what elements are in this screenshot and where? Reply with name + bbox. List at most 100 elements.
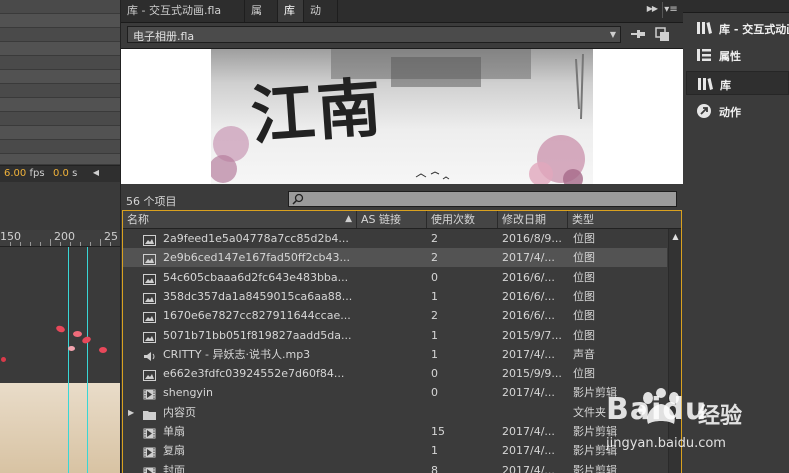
row-name: 内容页 bbox=[163, 405, 196, 419]
petal bbox=[1, 357, 6, 362]
preview-image: 江南 bbox=[211, 49, 593, 184]
row-name: 54c605cbaaa6d2fc643e483bba... bbox=[163, 270, 349, 284]
timeline-panel: 6.00 fps 0.0 s ◀ 150 200 25 bbox=[0, 0, 120, 473]
dock-item-library-interactive[interactable]: 库 - 交互式动画 bbox=[686, 16, 789, 40]
row-name: 复扇 bbox=[163, 444, 185, 458]
petal bbox=[73, 331, 82, 337]
row-name: 5071b71bb051f819827aadd5da... bbox=[163, 328, 352, 342]
document-select-value: 电子相册.fla bbox=[133, 30, 195, 43]
row-modified-date: 2016/6/... bbox=[502, 309, 555, 323]
row-use-count: 0 bbox=[431, 270, 438, 284]
scroll-up-icon[interactable]: ▲ bbox=[669, 232, 681, 242]
document-select[interactable]: 电子相册.fla ▼ bbox=[127, 26, 621, 43]
table-row[interactable]: 5071b71bb051f819827aadd5da... 1 2015/9/7..… bbox=[123, 326, 667, 345]
library-icon bbox=[698, 78, 713, 90]
row-use-count: 15 bbox=[431, 425, 445, 438]
layer-row[interactable] bbox=[0, 84, 120, 98]
layer-row[interactable] bbox=[0, 140, 120, 154]
fps-unit: fps bbox=[29, 168, 45, 179]
row-use-count: 1 bbox=[431, 328, 438, 342]
table-row[interactable]: 2e9b6ced147e167fad50ff2cb43... 2 2017/4/..… bbox=[123, 248, 667, 268]
layer-row[interactable] bbox=[0, 154, 120, 165]
new-library-panel-icon[interactable] bbox=[655, 27, 673, 43]
search-input[interactable] bbox=[288, 191, 677, 207]
tab-library[interactable]: 库 bbox=[278, 0, 304, 22]
time-unit: s bbox=[72, 168, 78, 179]
dock-item-properties[interactable]: 属性 bbox=[686, 43, 789, 67]
sort-ascending-icon: ▲ bbox=[345, 214, 352, 224]
table-row[interactable]: 54c605cbaaa6d2fc643e483bba... 0 2016/6/...… bbox=[123, 268, 667, 287]
ruler-label: 25 bbox=[104, 230, 118, 243]
petal bbox=[55, 324, 66, 334]
column-name-label: 名称 bbox=[127, 213, 149, 226]
tab-properties[interactable]: 属性 bbox=[245, 0, 278, 39]
table-row[interactable]: 358dc357da1a8459015ca6aa88... 1 2016/6/...… bbox=[123, 287, 667, 306]
layer-row[interactable] bbox=[0, 0, 120, 14]
dock-item-label: 库 bbox=[720, 79, 731, 92]
column-modified-date[interactable]: 修改日期 bbox=[497, 211, 567, 228]
row-name: 1670e6e7827cc827911644ccae... bbox=[163, 309, 351, 323]
tab-actions[interactable]: 动作 bbox=[304, 0, 338, 39]
dock-item-label: 动作 bbox=[719, 106, 741, 119]
bitmap-icon bbox=[143, 330, 156, 343]
layer-row[interactable] bbox=[0, 98, 120, 112]
layer-row[interactable] bbox=[0, 126, 120, 140]
stage-image bbox=[0, 383, 120, 473]
table-row[interactable]: e662e3fdfc03924552e7d60f84... 0 2015/9/9..… bbox=[123, 364, 667, 383]
layer-row[interactable] bbox=[0, 112, 120, 126]
tab-library-interactive[interactable]: 库 - 交互式动画.fla bbox=[121, 0, 245, 22]
guide-line[interactable] bbox=[68, 247, 69, 473]
watermark-url: jingyan.baidu.com bbox=[606, 436, 726, 451]
row-name: 2e9b6ced147e167fad50ff2cb43... bbox=[163, 251, 350, 265]
column-as-linkage[interactable]: AS 链接 bbox=[356, 211, 426, 228]
scroll-left-icon[interactable]: ◀ bbox=[90, 166, 102, 180]
row-modified-date: 2016/6/... bbox=[502, 289, 555, 303]
pin-icon[interactable] bbox=[629, 27, 647, 43]
column-type[interactable]: 类型 bbox=[567, 211, 667, 228]
dock-item-actions[interactable]: 动作 bbox=[686, 99, 789, 123]
layer-row[interactable] bbox=[0, 70, 120, 84]
search-icon bbox=[292, 193, 304, 205]
row-type: 位图 bbox=[573, 232, 595, 245]
dock-item-library[interactable]: 库 bbox=[686, 71, 789, 95]
row-modified-date: 2016/6/... bbox=[502, 270, 555, 284]
time-value[interactable]: 0.0 bbox=[53, 168, 69, 179]
column-use-count[interactable]: 使用次数 bbox=[426, 211, 497, 228]
row-modified-date: 2017/4/... bbox=[502, 347, 555, 361]
layer-row[interactable] bbox=[0, 56, 120, 70]
row-use-count: 2 bbox=[431, 309, 438, 323]
dock-grip[interactable] bbox=[683, 0, 789, 13]
fps-value[interactable]: 6.00 bbox=[4, 168, 26, 179]
expand-folder-icon[interactable]: ▶ bbox=[128, 403, 134, 422]
row-modified-date: 2017/4/... bbox=[502, 425, 555, 438]
ruler-label: 200 bbox=[54, 230, 75, 243]
expand-panel-icon[interactable]: ▶▶ bbox=[647, 4, 658, 13]
row-type: 位图 bbox=[573, 309, 595, 323]
row-use-count: 1 bbox=[431, 444, 438, 458]
watermark-brand: Baidu bbox=[606, 392, 708, 427]
movieclip-icon bbox=[143, 426, 156, 439]
row-type: 位图 bbox=[573, 328, 595, 342]
row-type: 位图 bbox=[573, 270, 595, 284]
column-name[interactable]: 名称 ▲ bbox=[123, 211, 356, 228]
table-row[interactable]: CRITTY - 异妖志·说书人.mp3 1 2017/4/... 声音 bbox=[123, 345, 667, 364]
stage-canvas[interactable] bbox=[0, 247, 120, 473]
table-row[interactable]: 1670e6e7827cc827911644ccae... 2 2016/6/...… bbox=[123, 306, 667, 325]
time-readout[interactable]: 0.0 s bbox=[53, 168, 77, 179]
row-use-count: 0 bbox=[431, 367, 438, 381]
row-use-count: 1 bbox=[431, 289, 438, 303]
table-row[interactable]: 2a9feed1e5a04778a7cc85d2b4... 2 2016/8/9..… bbox=[123, 229, 667, 248]
layer-row[interactable] bbox=[0, 14, 120, 28]
layer-row[interactable] bbox=[0, 42, 120, 56]
panel-menu-icon[interactable]: ▾≡ bbox=[662, 2, 679, 18]
row-modified-date: 2015/9/7... bbox=[502, 328, 562, 342]
row-modified-date: 2015/9/9... bbox=[502, 367, 562, 381]
timeline-gap bbox=[0, 182, 120, 230]
preview-calligraphy: 江南 bbox=[248, 70, 386, 155]
row-type: 位图 bbox=[573, 251, 595, 265]
fps-readout[interactable]: 6.00 fps bbox=[4, 168, 45, 179]
petal bbox=[81, 335, 92, 345]
petal bbox=[68, 346, 75, 351]
guide-line[interactable] bbox=[87, 247, 88, 473]
layer-row[interactable] bbox=[0, 28, 120, 42]
